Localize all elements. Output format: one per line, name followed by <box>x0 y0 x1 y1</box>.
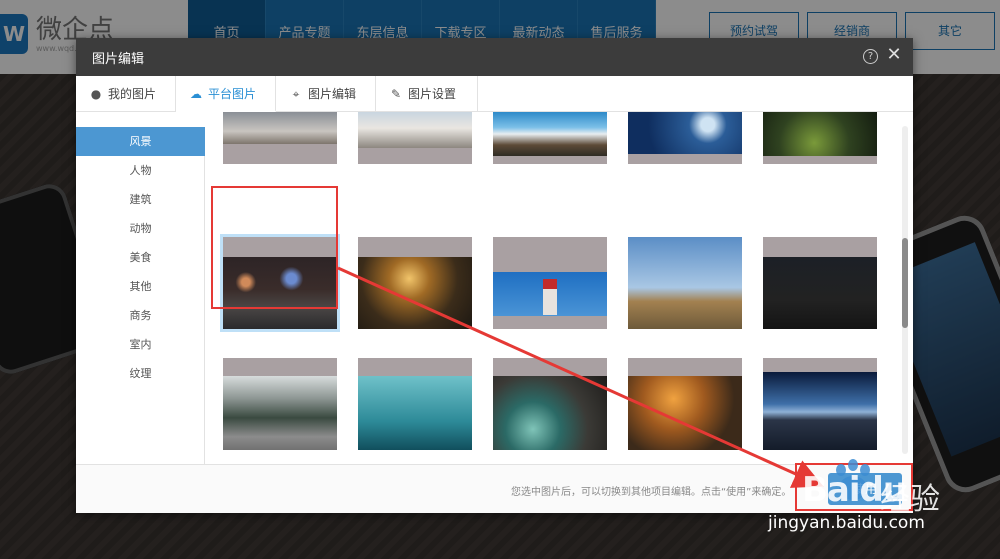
category-texture[interactable]: 纹理 <box>76 359 205 388</box>
image-thumbnail[interactable] <box>628 237 742 329</box>
category-animals[interactable]: 动物 <box>76 214 205 243</box>
category-sidebar: 风景 人物 建筑 动物 美食 其他 商务 室内 纹理 <box>76 127 205 464</box>
category-people[interactable]: 人物 <box>76 156 205 185</box>
crop-icon: ⌖ <box>292 87 300 101</box>
tab-label: 平台图片 <box>208 87 257 101</box>
watermark-cn: 经验 <box>880 482 940 517</box>
tab-bar: ● 我的图片 ☁ 平台图片 ⌖ 图片编辑 ✎ 图片设置 <box>76 76 913 112</box>
category-architecture[interactable]: 建筑 <box>76 185 205 214</box>
modal-footer: 您选中图片后，可以切换到其他项目编辑。点击“使用”来确定。 使用 <box>76 464 913 513</box>
category-business[interactable]: 商务 <box>76 301 205 330</box>
image-thumbnail[interactable] <box>628 358 742 450</box>
image-thumbnail[interactable] <box>763 112 877 164</box>
image-thumbnail[interactable] <box>493 237 607 329</box>
close-icon[interactable]: ✕ <box>886 45 902 65</box>
image-thumbnail[interactable] <box>223 358 337 450</box>
tab-label: 图片编辑 <box>308 87 357 101</box>
user-icon: ● <box>90 87 102 101</box>
highlight-selected-image <box>211 186 338 309</box>
tab-label: 图片设置 <box>408 87 457 101</box>
image-thumbnail[interactable] <box>763 358 877 450</box>
tab-image-settings[interactable]: ✎ 图片设置 <box>376 76 478 112</box>
category-food[interactable]: 美食 <box>76 243 205 272</box>
category-interior[interactable]: 室内 <box>76 330 205 359</box>
category-other[interactable]: 其他 <box>76 272 205 301</box>
image-thumbnail[interactable] <box>223 112 337 164</box>
image-thumbnail[interactable] <box>493 358 607 450</box>
image-thumbnail[interactable] <box>358 237 472 329</box>
image-editor-modal: 图片编辑 ? ✕ ● 我的图片 ☁ 平台图片 ⌖ 图片编辑 ✎ 图片设置 风景 人物 建… <box>76 38 913 513</box>
scrollbar-thumb[interactable] <box>902 238 908 328</box>
tab-image-edit[interactable]: ⌖ 图片编辑 <box>276 76 376 112</box>
image-thumbnail[interactable] <box>358 358 472 450</box>
help-icon[interactable]: ? <box>863 49 878 64</box>
image-thumbnail[interactable] <box>358 112 472 164</box>
cloud-icon: ☁ <box>190 87 202 101</box>
watermark-url: jingyan.baidu.com <box>768 513 925 533</box>
image-thumbnail[interactable] <box>628 112 742 164</box>
pencil-icon: ✎ <box>390 87 402 101</box>
category-scenery[interactable]: 风景 <box>76 127 205 156</box>
footer-hint: 您选中图片后，可以切换到其他项目编辑。点击“使用”来确定。 <box>511 487 792 498</box>
image-thumbnail[interactable] <box>763 237 877 329</box>
tab-my-images[interactable]: ● 我的图片 <box>76 76 176 112</box>
image-thumbnail[interactable] <box>493 112 607 164</box>
tab-label: 我的图片 <box>108 87 157 101</box>
modal-header: 图片编辑 ? ✕ <box>76 38 913 76</box>
modal-title: 图片编辑 <box>92 52 145 67</box>
tab-platform-images[interactable]: ☁ 平台图片 <box>176 76 276 112</box>
